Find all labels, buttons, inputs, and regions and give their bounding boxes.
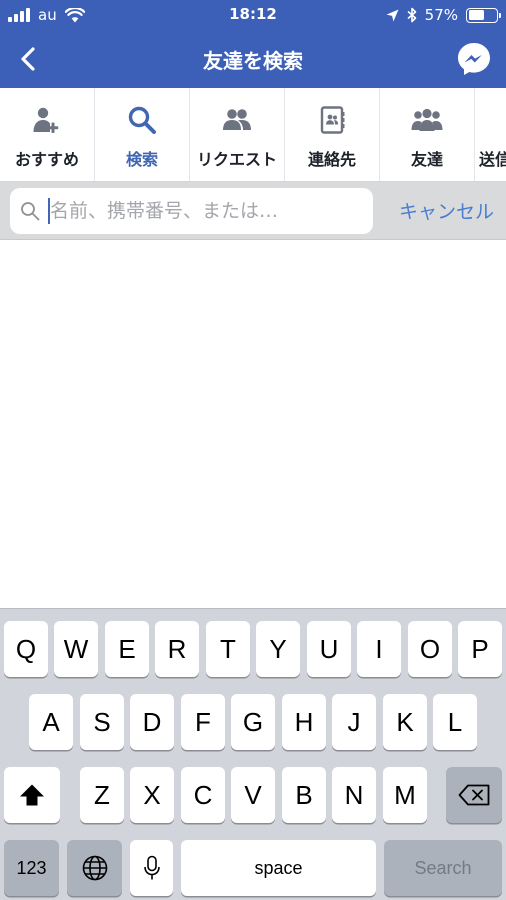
key-y[interactable]: Y xyxy=(256,621,300,677)
tab-label: リクエスト xyxy=(196,150,277,169)
navigation-bar: 友達を検索 xyxy=(0,30,506,88)
location-arrow-icon xyxy=(386,9,399,21)
globe-icon xyxy=(82,855,107,881)
friends-icon xyxy=(380,104,474,136)
microphone-icon xyxy=(143,855,160,880)
key-r[interactable]: R xyxy=(155,621,199,677)
key-z[interactable]: Z xyxy=(80,767,124,823)
bluetooth-icon xyxy=(407,7,416,23)
numbers-key[interactable]: 123 xyxy=(4,840,59,896)
dictation-key[interactable] xyxy=(130,840,173,896)
key-w[interactable]: W xyxy=(54,621,98,677)
tab-label: 連絡先 xyxy=(307,150,356,169)
search-icon xyxy=(95,104,189,136)
key-c[interactable]: C xyxy=(181,767,225,823)
app-header: au 18:12 57% 友達を検索 xyxy=(0,0,506,88)
battery-icon xyxy=(466,7,501,23)
search-icon xyxy=(21,202,40,221)
key-m[interactable]: M xyxy=(383,767,427,823)
tab-label: 友達 xyxy=(410,150,443,169)
tab-sent[interactable]: 送信 xyxy=(475,88,506,181)
key-p[interactable]: P xyxy=(458,621,502,677)
contacts-icon xyxy=(285,104,379,136)
key-o[interactable]: O xyxy=(408,621,452,677)
battery-percent: 57% xyxy=(424,6,458,24)
cancel-button[interactable]: キャンセル xyxy=(399,197,494,224)
key-e[interactable]: E xyxy=(105,621,149,677)
key-f[interactable]: F xyxy=(181,694,225,750)
search-key[interactable]: Search xyxy=(384,840,502,896)
friend-requests-icon xyxy=(190,104,284,136)
delete-key[interactable] xyxy=(446,767,502,823)
key-x[interactable]: X xyxy=(130,767,174,823)
search-input[interactable] xyxy=(50,188,362,234)
add-friend-icon xyxy=(0,104,94,136)
tab-requests[interactable]: リクエスト xyxy=(190,88,285,181)
key-l[interactable]: L xyxy=(433,694,477,750)
key-g[interactable]: G xyxy=(231,694,275,750)
space-key[interactable]: space xyxy=(181,840,376,896)
sent-icon xyxy=(475,104,506,136)
globe-key[interactable] xyxy=(67,840,122,896)
key-d[interactable]: D xyxy=(130,694,174,750)
search-results-area xyxy=(0,240,506,608)
shift-key[interactable] xyxy=(4,767,60,823)
tab-friends[interactable]: 友達 xyxy=(380,88,475,181)
tab-label: 検索 xyxy=(125,150,158,169)
shift-arrow-icon xyxy=(20,784,44,806)
key-j[interactable]: J xyxy=(332,694,376,750)
key-q[interactable]: Q xyxy=(4,621,48,677)
battery-level xyxy=(468,10,484,20)
backspace-icon xyxy=(458,784,490,806)
messenger-icon[interactable] xyxy=(456,41,492,77)
key-h[interactable]: H xyxy=(282,694,326,750)
tab-suggestions[interactable]: おすすめ xyxy=(0,88,95,181)
tab-contacts[interactable]: 連絡先 xyxy=(285,88,380,181)
status-bar: au 18:12 57% xyxy=(0,0,506,30)
tab-search[interactable]: 検索 xyxy=(95,88,190,181)
onscreen-keyboard: Q W E R T Y U I O P A S D F G H J K L Z … xyxy=(0,608,506,900)
key-a[interactable]: A xyxy=(29,694,73,750)
key-s[interactable]: S xyxy=(80,694,124,750)
key-i[interactable]: I xyxy=(357,621,401,677)
key-k[interactable]: K xyxy=(383,694,427,750)
page-title: 友達を検索 xyxy=(203,49,303,73)
status-right: 57% xyxy=(386,5,501,25)
tab-label: 送信 xyxy=(479,150,506,169)
key-n[interactable]: N xyxy=(332,767,376,823)
search-bar: キャンセル xyxy=(0,182,506,240)
key-t[interactable]: T xyxy=(206,621,250,677)
friend-tabs: おすすめ 検索 リクエスト 連絡先 友達 送 xyxy=(0,88,506,182)
key-v[interactable]: V xyxy=(231,767,275,823)
search-field[interactable] xyxy=(10,188,373,234)
tab-label: おすすめ xyxy=(14,150,79,169)
key-b[interactable]: B xyxy=(282,767,326,823)
key-u[interactable]: U xyxy=(307,621,351,677)
